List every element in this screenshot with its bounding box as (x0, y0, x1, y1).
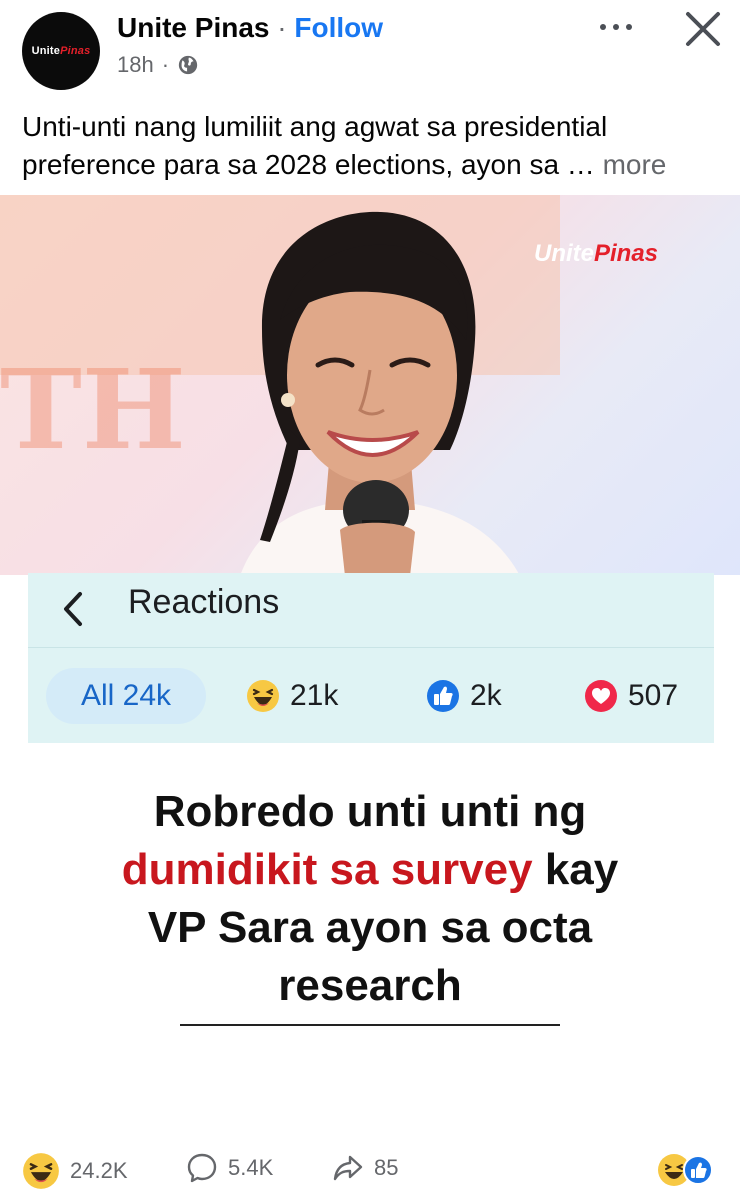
tab-haha-count: 21k (290, 679, 339, 712)
back-arrow-icon[interactable] (58, 588, 88, 630)
share-button[interactable]: 85 (332, 1152, 398, 1184)
separator-dot: · (277, 12, 287, 43)
like-icon (427, 680, 459, 712)
close-icon[interactable] (682, 8, 724, 50)
person-photo (240, 211, 520, 576)
tab-like-reactions[interactable]: 2k (426, 668, 502, 724)
comments-button[interactable]: 5.4K (186, 1152, 273, 1184)
headline-divider (180, 1024, 560, 1026)
background-letters: TH (0, 345, 186, 474)
page-name[interactable]: Unite Pinas (117, 12, 269, 43)
page-name-line: Unite Pinas · Follow (117, 12, 383, 44)
headline-after-accent: kay (532, 845, 619, 894)
caption-text: Unti-unti nang lumiliit ang agwat sa pre… (22, 111, 608, 180)
comments-count: 5.4K (228, 1155, 274, 1180)
haha-icon (247, 680, 279, 712)
reactions-count: 24.2K (70, 1158, 128, 1183)
tab-all-label: All 24k (80, 679, 172, 712)
image-watermark: UnitePinas (534, 240, 659, 267)
haha-icon (23, 1153, 59, 1189)
post-header: UnitePinas Unite Pinas · Follow 18h · (0, 0, 740, 100)
tab-haha-reactions[interactable]: 21k (246, 668, 338, 724)
reactions-panel: Reactions All 24k 21k 2k 507 (28, 573, 714, 743)
shares-count: 85 (374, 1155, 399, 1180)
post-caption: Unti-unti nang lumiliit ang agwat sa pre… (22, 108, 722, 184)
reactions-title: Reactions (128, 583, 280, 621)
avatar-logo-text: UnitePinas (31, 45, 91, 57)
comment-icon (187, 1153, 217, 1183)
globe-icon (178, 55, 198, 75)
post-footer: 24.2K 5.4K 85 (0, 1140, 740, 1200)
headline-accent: dumidikit sa survey (121, 845, 533, 894)
reactions-header: Reactions (28, 573, 714, 648)
love-icon (585, 680, 617, 712)
tab-love-count: 507 (628, 679, 679, 712)
more-options-icon[interactable] (596, 14, 636, 40)
post-image[interactable]: TH UnitePinas Reactions All 24k 21k 2k 5… (0, 195, 740, 1195)
meta-separator: · (161, 52, 170, 77)
follow-button[interactable]: Follow (294, 12, 383, 43)
avatar[interactable]: UnitePinas (22, 12, 100, 90)
post-time[interactable]: 18h (117, 52, 154, 78)
reactions-summary[interactable]: 24.2K (22, 1152, 128, 1190)
headline-line-4: research (278, 961, 462, 1010)
headline-line-3: VP Sara ayon sa octa (147, 903, 593, 952)
headline-line-2: dumidikit sa survey kay (60, 841, 680, 899)
share-icon (333, 1155, 363, 1181)
tab-like-count: 2k (470, 679, 502, 712)
see-more-link[interactable]: more (603, 149, 667, 180)
tab-all-reactions[interactable]: All 24k (46, 668, 206, 724)
headline-line-1: Robredo unti unti ng (153, 787, 587, 836)
tab-love-reactions[interactable]: 507 (584, 668, 678, 724)
image-headline: Robredo unti unti ng dumidikit sa survey… (60, 783, 680, 1015)
post-meta: 18h · (117, 52, 199, 78)
reaction-picker-icon[interactable] (652, 1150, 722, 1190)
